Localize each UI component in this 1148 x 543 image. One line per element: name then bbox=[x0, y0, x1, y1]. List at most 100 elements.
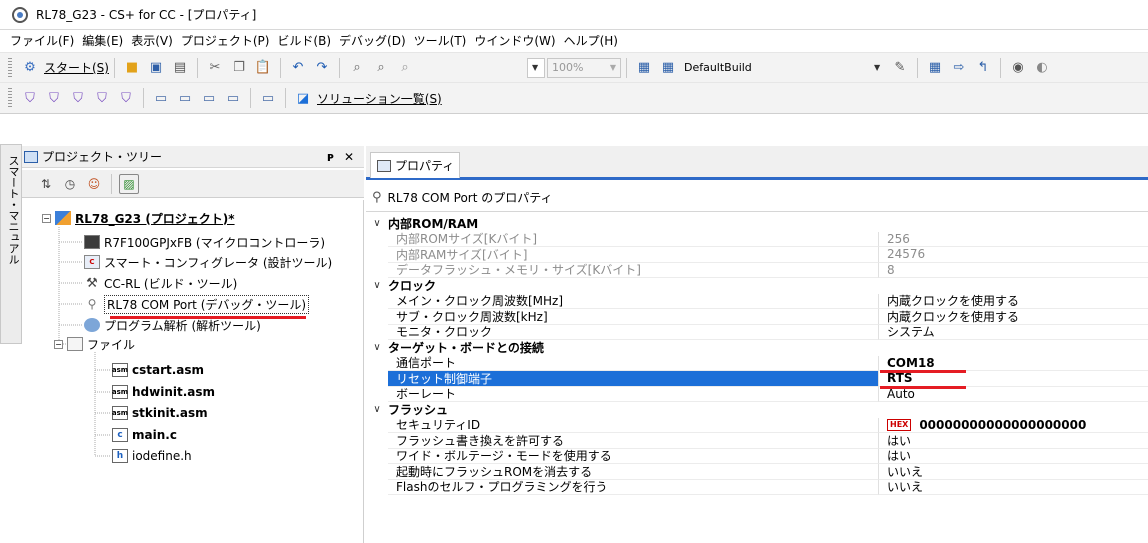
property-value[interactable]: システム bbox=[878, 324, 1148, 340]
property-category[interactable]: ∨ ターゲット・ボードとの接続 bbox=[366, 340, 1148, 356]
property-value[interactable]: はい bbox=[878, 433, 1148, 449]
property-row[interactable]: 内部ROMサイズ[Kバイト] 256 bbox=[366, 231, 1148, 247]
tree-node-file[interactable]: asm hdwinit.asm bbox=[112, 382, 215, 402]
pin-icon[interactable]: ᴘ bbox=[327, 150, 334, 164]
tree-node-files-folder[interactable]: − ファイル bbox=[54, 334, 135, 354]
property-value[interactable]: いいえ bbox=[878, 479, 1148, 495]
tree-node-file[interactable]: asm stkinit.asm bbox=[112, 403, 208, 423]
tree-node-smart-configurator[interactable]: C スマート・コンフィグレータ (設計ツール) bbox=[84, 252, 332, 272]
toolbar-grip[interactable] bbox=[8, 88, 12, 108]
chevron-down-icon[interactable]: ∨ bbox=[366, 342, 388, 353]
property-row[interactable]: ワイド・ボルテージ・モードを使用する はい bbox=[366, 448, 1148, 464]
menu-item[interactable]: ウインドウ(W) bbox=[470, 32, 559, 49]
property-value[interactable]: RTS bbox=[878, 371, 1148, 387]
menu-item[interactable]: ファイル(F) bbox=[6, 32, 78, 49]
bookmark-icon[interactable]: ⛉ bbox=[20, 88, 40, 108]
smart-manual-tab[interactable]: スマート・マニュアル bbox=[0, 144, 22, 344]
property-value[interactable]: 内蔵クロックを使用する bbox=[878, 309, 1148, 325]
property-row[interactable]: セキュリティID HEX 00000000000000000000 bbox=[366, 417, 1148, 433]
bookmark-next-icon[interactable]: ⛉ bbox=[44, 88, 64, 108]
tab-properties[interactable]: プロパティ bbox=[370, 152, 460, 178]
tree-node-program-analysis[interactable]: プログラム解析 (解析ツール) bbox=[84, 315, 261, 335]
property-value[interactable]: 8 bbox=[878, 262, 1148, 278]
paste-icon[interactable]: 📋 bbox=[253, 58, 273, 78]
property-category[interactable]: ∨ フラッシュ bbox=[366, 402, 1148, 418]
property-row[interactable]: データフラッシュ・メモリ・サイズ[Kバイト] 8 bbox=[366, 262, 1148, 278]
property-category[interactable]: ∨ 内部ROM/RAM bbox=[366, 216, 1148, 232]
tree-node-file[interactable]: h iodefine.h bbox=[112, 446, 192, 466]
bookmark-list-icon[interactable]: ⛉ bbox=[92, 88, 112, 108]
property-value[interactable]: 内蔵クロックを使用する bbox=[878, 293, 1148, 309]
menu-item[interactable]: ツール(T) bbox=[410, 32, 471, 49]
property-category[interactable]: ∨ クロック bbox=[366, 278, 1148, 294]
menu-item[interactable]: ヘルプ(H) bbox=[560, 32, 622, 49]
tree-node-build-tool[interactable]: ⚒ CC-RL (ビルド・ツール) bbox=[84, 273, 237, 293]
output-icon[interactable]: ▭ bbox=[199, 88, 219, 108]
undo-icon[interactable]: ↶ bbox=[288, 58, 308, 78]
property-value[interactable]: いいえ bbox=[878, 464, 1148, 480]
tree-node-file[interactable]: c main.c bbox=[112, 425, 177, 445]
copy-icon[interactable]: ❐ bbox=[229, 58, 249, 78]
property-value[interactable]: COM18 bbox=[878, 355, 1148, 371]
filter-icon[interactable]: ▨ bbox=[119, 173, 139, 194]
user-icon[interactable]: ☺ bbox=[84, 174, 104, 194]
collapse-icon[interactable]: − bbox=[54, 339, 63, 349]
solution-list-icon[interactable]: ◪ bbox=[293, 88, 313, 108]
search-combo[interactable]: ▼ bbox=[526, 57, 545, 78]
run-icon[interactable]: ◐ bbox=[1032, 58, 1052, 78]
save-all-icon[interactable]: ▤ bbox=[170, 58, 190, 78]
save-icon[interactable]: ▣ bbox=[146, 58, 166, 78]
find-prev-icon[interactable]: ⌕ bbox=[395, 58, 415, 78]
toolbar-grip[interactable] bbox=[8, 57, 12, 78]
rebuild-icon[interactable]: ▦ bbox=[658, 58, 678, 78]
window-icon[interactable]: ▭ bbox=[151, 88, 171, 108]
build-config-combo[interactable]: DefaultBuild bbox=[680, 58, 870, 78]
property-row[interactable]: モニタ・クロック システム bbox=[366, 324, 1148, 340]
layout-icon[interactable]: ▭ bbox=[258, 88, 278, 108]
start-icon[interactable]: ⚙ bbox=[20, 58, 40, 78]
property-value[interactable]: はい bbox=[878, 448, 1148, 464]
tree-node-project[interactable]: − RL78_G23 (プロジェクト)* bbox=[42, 208, 235, 228]
menu-item[interactable]: デバッグ(D) bbox=[335, 32, 410, 49]
property-value[interactable]: 256 bbox=[878, 231, 1148, 247]
redo-icon[interactable]: ↷ bbox=[312, 58, 332, 78]
build-config-dropdown[interactable]: ▼ bbox=[870, 58, 888, 78]
bookmark-prev-icon[interactable]: ⛉ bbox=[68, 88, 88, 108]
cut-icon[interactable]: ✂ bbox=[205, 58, 225, 78]
bookmark-clear-icon[interactable]: ⛉ bbox=[116, 88, 136, 108]
property-value[interactable]: HEX 00000000000000000000 bbox=[878, 417, 1148, 433]
reset-icon[interactable]: ↰ bbox=[973, 58, 993, 78]
collapse-icon[interactable]: − bbox=[42, 213, 51, 223]
property-value[interactable]: Auto bbox=[878, 386, 1148, 402]
tree-node-file[interactable]: asm cstart.asm bbox=[112, 360, 204, 380]
find-icon[interactable]: ⌕ bbox=[347, 58, 367, 78]
find-next-icon[interactable]: ⌕ bbox=[371, 58, 391, 78]
message-icon[interactable]: ▭ bbox=[175, 88, 195, 108]
tree-node-microcontroller[interactable]: R7F100GPJxFB (マイクロコントローラ) bbox=[84, 232, 325, 252]
sort-icon[interactable]: ⇅ bbox=[36, 174, 56, 194]
zoom-combo[interactable]: 100% ▼ bbox=[546, 57, 621, 78]
menu-item[interactable]: 表示(V) bbox=[127, 32, 177, 49]
connect-icon[interactable]: ⇨ bbox=[949, 58, 969, 78]
menu-item[interactable]: ビルド(B) bbox=[273, 32, 335, 49]
close-icon[interactable]: ✕ bbox=[344, 150, 354, 164]
start-button[interactable]: スタート(S) bbox=[44, 59, 109, 76]
tool-icon[interactable]: ✎ bbox=[890, 58, 910, 78]
property-row[interactable]: ボーレート Auto bbox=[366, 386, 1148, 402]
menu-item[interactable]: プロジェクト(P) bbox=[177, 32, 274, 49]
comment-icon[interactable]: ▭ bbox=[223, 88, 243, 108]
chevron-down-icon[interactable]: ∨ bbox=[366, 404, 388, 415]
property-row[interactable]: メイン・クロック周波数[MHz] 内蔵クロックを使用する bbox=[366, 293, 1148, 309]
refresh-icon[interactable]: ◷ bbox=[60, 174, 80, 194]
chevron-down-icon[interactable]: ∨ bbox=[366, 280, 388, 291]
property-row[interactable]: フラッシュ書き換えを許可する はい bbox=[366, 433, 1148, 449]
property-row[interactable]: Flashのセルフ・プログラミングを行う いいえ bbox=[366, 479, 1148, 495]
property-value[interactable]: 24576 bbox=[878, 247, 1148, 263]
property-row[interactable]: 内部RAMサイズ[バイト] 24576 bbox=[366, 247, 1148, 263]
property-row[interactable]: 起動時にフラッシュROMを消去する いいえ bbox=[366, 464, 1148, 480]
build-icon[interactable]: ▦ bbox=[634, 58, 654, 78]
open-file-icon[interactable]: ■ bbox=[122, 58, 142, 78]
property-row[interactable]: サブ・クロック周波数[kHz] 内蔵クロックを使用する bbox=[366, 309, 1148, 325]
property-row[interactable]: 通信ポート COM18 bbox=[366, 355, 1148, 371]
property-row[interactable]: リセット制御端子 RTS bbox=[366, 371, 1148, 387]
